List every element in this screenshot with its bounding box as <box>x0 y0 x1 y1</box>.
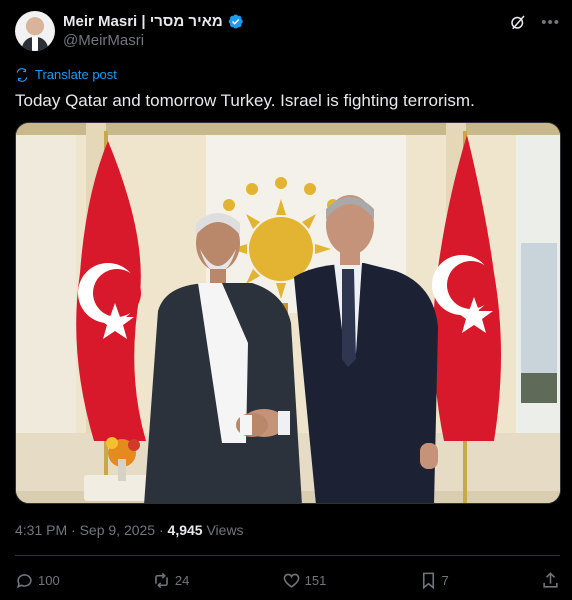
post-meta: 4:31 PM · Sep 9, 2025 · 4,945 Views <box>15 522 244 538</box>
author-avatar[interactable] <box>15 11 55 51</box>
like-button[interactable]: 151 <box>282 571 327 590</box>
post-header: Meir Masri | מאיר מסרי @MeirMasri ••• <box>15 11 560 51</box>
repost-button[interactable]: 24 <box>152 571 189 590</box>
share-icon <box>543 571 558 588</box>
photo-scene <box>16 123 560 503</box>
more-options-icon[interactable]: ••• <box>541 14 560 31</box>
repost-count: 24 <box>174 572 190 588</box>
reply-button[interactable]: 100 <box>15 571 60 590</box>
verified-badge-icon <box>228 14 243 29</box>
like-count: 151 <box>304 572 327 588</box>
bookmark-icon <box>422 572 434 589</box>
views-count: 4,945 <box>167 522 203 538</box>
post-photo[interactable] <box>15 122 561 504</box>
bookmark-count: 7 <box>441 572 449 588</box>
engagement-bar: 100 24 151 7 <box>15 566 560 594</box>
avatar-shirt <box>32 37 38 51</box>
reply-icon <box>16 573 32 588</box>
author-handle[interactable]: @MeirMasri <box>63 32 144 49</box>
translate-post-link[interactable]: Translate post <box>15 67 117 82</box>
author-name-row[interactable]: Meir Masri | מאיר מסרי <box>63 13 244 30</box>
grok-icon[interactable] <box>509 13 527 31</box>
post-timestamp[interactable]: 4:31 PM · Sep 9, 2025 · <box>15 522 168 538</box>
share-button[interactable] <box>541 571 560 590</box>
author-display-name[interactable]: Meir Masri | מאיר מסרי <box>63 13 223 30</box>
translate-icon <box>16 67 28 82</box>
repost-icon <box>155 572 168 588</box>
bookmark-button[interactable]: 7 <box>419 571 449 590</box>
post-text: Today Qatar and tomorrow Turkey. Israel … <box>15 91 475 110</box>
translate-post-label: Translate post <box>35 67 117 82</box>
reply-count: 100 <box>38 572 60 588</box>
divider <box>15 555 560 556</box>
views-label: Views <box>202 522 244 538</box>
header-actions: ••• <box>509 13 560 31</box>
heart-icon <box>283 573 299 588</box>
